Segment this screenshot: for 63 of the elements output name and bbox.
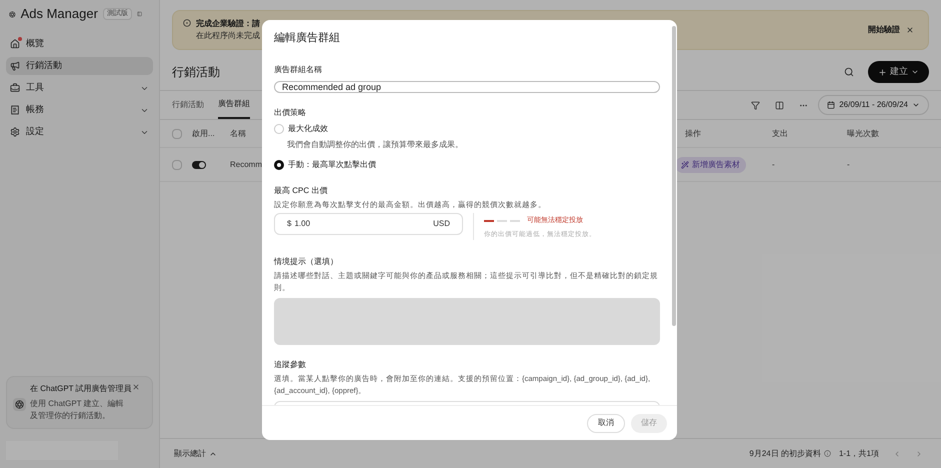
brand-name: Ads Manager — [20, 5, 98, 24]
data-note: 9月24日 的初步資料 — [749, 448, 821, 460]
banner-text: 在此程序尚未完成 — [196, 30, 260, 42]
info-icon — [824, 450, 831, 457]
nav-label: 行銷活動 — [26, 59, 62, 72]
promo-title: 在 ChatGPT 試用廣告管理員 — [30, 383, 132, 395]
column-header[interactable]: 啟用... — [192, 128, 230, 140]
banner-title: 完成企業驗證：請 — [196, 18, 260, 30]
field-label: 追蹤參數 — [274, 359, 307, 371]
column-header[interactable]: 操作 — [685, 128, 772, 140]
sidebar-toggle-icon[interactable] — [136, 9, 142, 19]
column-header[interactable]: 支出 — [772, 128, 847, 140]
table-cell: Recomm — [230, 160, 262, 168]
table-cell: - — [772, 160, 775, 168]
bid-input-field[interactable]: $ 1.00 USD — [274, 212, 463, 235]
field-label: 最高 CPC 出價 — [274, 184, 328, 196]
search-icon[interactable] — [844, 67, 854, 77]
magic-wand-icon — [681, 160, 689, 168]
cancel-button[interactable]: 取消 — [587, 414, 625, 432]
app-logo-icon — [13, 398, 26, 411]
radio-button[interactable] — [274, 160, 284, 170]
date-range-picker[interactable]: 26/09/11 - 26/09/24 — [818, 95, 929, 115]
close-icon[interactable] — [132, 383, 140, 391]
home-icon — [10, 39, 20, 49]
nav-label: 工具 — [26, 81, 44, 94]
checkbox[interactable] — [172, 160, 182, 170]
nav-label: 帳務 — [26, 103, 44, 116]
toolbox-icon — [10, 83, 20, 93]
promo-text: 使用 ChatGPT 建立、編輯及管理你的行銷活動。 — [30, 398, 125, 422]
show-totals-toggle[interactable]: 顯示總計 — [174, 448, 217, 460]
option-description: 我們會自動調整你的出價，讓預算帶來最多成果。 — [287, 138, 464, 150]
name-input-field[interactable]: Recommended ad group — [274, 80, 660, 92]
pagination-range: 1-1，共1項 — [838, 448, 879, 460]
column-header[interactable]: 曝光次數 — [847, 128, 879, 140]
tab[interactable]: 行銷活動 — [172, 91, 204, 119]
receipt-icon — [10, 105, 20, 115]
field-label: 情境提示（選填） — [274, 256, 339, 268]
checkbox[interactable] — [172, 128, 182, 138]
gear-icon — [10, 127, 20, 137]
nav-label: 設定 — [26, 125, 44, 138]
page-title: 行銷活動 — [172, 64, 220, 81]
field-label: 廣告群組名稱 — [274, 64, 323, 76]
info-icon — [183, 19, 191, 27]
tab[interactable]: 廣告群組 — [218, 91, 250, 119]
columns-icon[interactable] — [775, 100, 784, 110]
start-verification-link[interactable]: 開始驗證 — [868, 24, 900, 36]
radio-option[interactable]: 手動：最高單次點擊出價 — [274, 158, 660, 170]
add-creative-button[interactable]: 新增廣告素材 — [675, 156, 746, 172]
table-cell: - — [847, 158, 850, 170]
field-label: 出價策略 — [274, 106, 307, 118]
filter-icon[interactable] — [751, 100, 760, 110]
plus-icon — [878, 68, 887, 76]
close-icon[interactable] — [906, 26, 914, 34]
megaphone-icon — [10, 61, 20, 71]
chevron-down-icon — [912, 101, 920, 109]
dialog-title: 編輯廣告群組 — [274, 30, 341, 46]
nav-label: 概覽 — [26, 37, 44, 50]
create-button[interactable]: 建立 — [868, 61, 929, 83]
nav-item[interactable]: 行銷活動 — [6, 57, 153, 75]
radio-option[interactable]: 最大化成效 — [274, 122, 660, 134]
toggle-switch[interactable] — [192, 160, 206, 168]
chevron-down-icon — [911, 68, 919, 76]
calendar-icon — [827, 101, 836, 109]
